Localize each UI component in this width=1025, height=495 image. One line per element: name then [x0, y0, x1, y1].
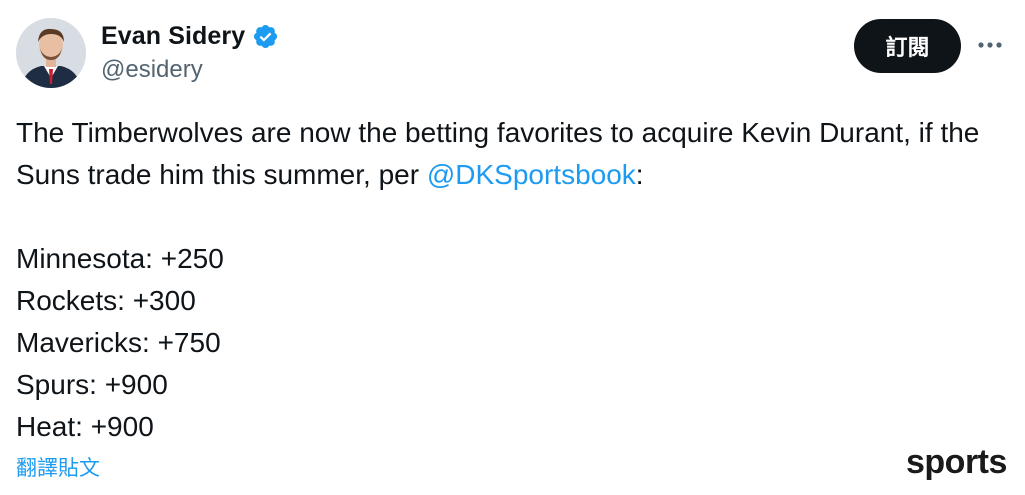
- display-name[interactable]: Evan Sidery: [101, 22, 245, 51]
- more-horizontal-icon[interactable]: [974, 33, 1006, 57]
- user-handle[interactable]: @esidery: [101, 56, 203, 84]
- tweet-intro-suffix: :: [635, 159, 644, 190]
- tweet-intro: The Timberwolves are now the betting fav…: [16, 112, 1006, 196]
- name-row: Evan Sidery: [101, 20, 279, 52]
- odds-line: Minnesota: +250: [16, 243, 224, 274]
- mention-link[interactable]: @DKSportsbook: [427, 159, 636, 190]
- subscribe-button[interactable]: 訂閱: [854, 19, 961, 73]
- odds-line: Rockets: +300: [16, 285, 196, 316]
- odds-line: Heat: +900: [16, 411, 154, 442]
- avatar[interactable]: [16, 18, 86, 88]
- odds-line: Spurs: +900: [16, 369, 168, 400]
- sports-watermark: sports: [906, 443, 1007, 481]
- odds-line: Mavericks: +750: [16, 327, 221, 358]
- translate-post-link[interactable]: 翻譯貼文: [16, 452, 100, 482]
- tweet-header: Evan Sidery @esidery 訂閱: [0, 0, 1025, 100]
- tweet-text: The Timberwolves are now the betting fav…: [16, 112, 1006, 448]
- verified-badge-icon[interactable]: [252, 23, 279, 50]
